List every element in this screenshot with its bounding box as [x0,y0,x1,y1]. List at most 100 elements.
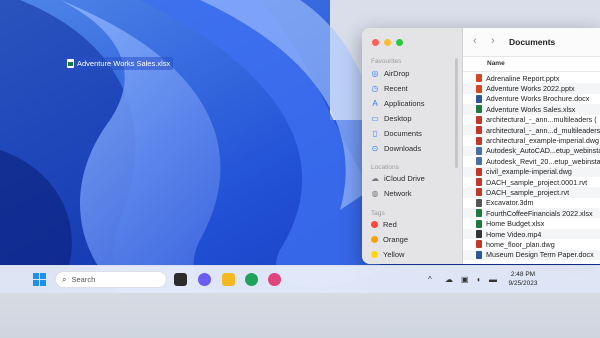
file-row[interactable]: Autodesk_Revit_20...etup_webinsta [463,156,600,166]
battery-icon[interactable]: ▬ [489,275,497,284]
file-type-icon [476,115,482,124]
file-type-icon [476,84,482,93]
cloud-icon: ☁ [371,173,379,183]
favourites-heading: Favourites [371,58,402,65]
sidebar-tag-orange[interactable]: Orange [371,233,408,246]
file-row[interactable]: Adrenaline Report.pptx [463,73,600,83]
finder-toolbar: ‹ › Documents [463,28,600,57]
airdrop-icon: ◎ [371,68,379,78]
file-name: Adventure Works Brochure.docx [486,94,590,104]
document-icon: ▯ [372,128,378,138]
finder-window: Favourites ◎ AirDrop ◷ Recent A Applicat… [362,28,600,264]
file-name: Autodesk_AutoCAD...etup_webinsta [486,146,600,156]
file-type-icon [476,219,482,228]
chevron-right-icon[interactable]: › [491,35,495,47]
desktop-file-item[interactable]: Adventure Works Sales.xlsx [64,57,174,70]
file-type-icon [476,198,482,207]
file-name: Museum Design Term Paper.docx [486,250,594,260]
file-row[interactable]: home_floor_plan.dwg [463,239,600,249]
file-name: Adventure Works 2022.pptx [486,84,575,94]
file-type-icon [476,209,482,218]
clock-date: 9/25/2023 [508,280,538,287]
finder-sidebar: Favourites ◎ AirDrop ◷ Recent A Applicat… [362,28,463,264]
folder-icon[interactable] [222,273,235,286]
yellow-tag-icon [371,251,378,258]
desktop-file-label: Adventure Works Sales.xlsx [77,59,171,68]
edge-icon[interactable] [245,273,258,286]
sidebar-item-network[interactable]: ◍ Network [371,187,412,200]
chevron-left-icon[interactable]: ‹ [473,35,477,47]
minimize-button[interactable] [384,39,391,46]
sidebar-item-icloud[interactable]: ☁ iCloud Drive [371,172,425,185]
file-row[interactable]: DACH_sample_project.rvt [463,187,600,198]
sidebar-item-desktop[interactable]: ▭ Desktop [371,112,411,125]
sidebar-item-applications[interactable]: A Applications [371,97,424,110]
file-type-icon [476,94,482,103]
file-name: architectural_-_ann...multileaders ( [486,115,597,125]
chevron-up-icon[interactable]: ^ [428,275,432,284]
file-row[interactable]: DACH_sample_project.0001.rvt [463,177,600,187]
name-column-header[interactable]: Name [463,57,600,72]
file-name: architectural_example-imperial.dwg [486,136,600,146]
file-row[interactable]: Adventure Works 2022.pptx [463,83,600,94]
sidebar-tag-yellow[interactable]: Yellow [371,248,404,261]
applications-icon: A [372,98,378,108]
download-icon: ⊙ [371,143,379,153]
sidebar-item-documents[interactable]: ▯ Documents [371,127,422,140]
chat-icon[interactable] [198,273,211,286]
file-name: Home Video.mp4 [486,229,542,239]
file-name: Adrenaline Report.pptx [486,73,560,83]
file-row[interactable]: civil_example-imperial.dwg [463,166,600,177]
sidebar-tag-red[interactable]: Red [371,218,397,231]
file-type-icon [476,146,482,155]
file-row[interactable]: Adventure Works Brochure.docx [463,94,600,104]
search-placeholder: Search [71,275,96,284]
file-name: DACH_sample_project.rvt [486,187,570,197]
file-row[interactable]: Adventure Works Sales.xlsx [463,104,600,115]
taskbar-search[interactable]: ⌕ Search [55,271,167,288]
file-row[interactable]: Home Budget.xlsx [463,218,600,228]
sidebar-scrollbar[interactable] [455,58,458,168]
file-explorer-icon[interactable] [174,273,187,286]
zoom-button[interactable] [396,39,403,46]
file-row[interactable]: Home Video.mp4 [463,228,600,240]
file-name: FourthCoffeeFinancials 2022.xlsx [486,208,593,218]
file-type-icon [476,240,482,249]
taskbar: ⌕ Search ^ ☁ ▣ ◖ ▬ 2:48 PM 9/25/2023 [0,265,600,293]
file-type-icon [476,105,482,114]
file-row[interactable]: Museum Design Term Paper.docx [463,249,600,261]
file-type-icon [476,188,482,197]
orange-tag-icon [371,236,378,243]
clock-time: 2:48 PM [510,271,536,278]
windows-start-icon[interactable] [33,273,46,286]
file-type-icon [476,178,482,187]
file-type-icon [476,250,482,259]
file-name: architectural_-_ann...d_multileaders [486,125,600,135]
file-row[interactable]: Autodesk_AutoCAD...etup_webinsta [463,145,600,157]
file-row[interactable]: architectural_example-imperial.dwg [463,135,600,145]
folder-title: Documents [509,37,556,47]
volume-icon[interactable]: ◖ [476,275,481,284]
onedrive-icon[interactable]: ☁ [445,275,453,284]
file-list: Adrenaline Report.pptx Adventure Works 20… [463,73,600,261]
sidebar-item-recent[interactable]: ◷ Recent [371,82,408,95]
clock-icon: ◷ [371,83,379,93]
sidebar-item-airdrop[interactable]: ◎ AirDrop [371,67,410,80]
network-icon[interactable]: ▣ [461,275,469,284]
file-type-icon [476,126,482,135]
window-controls [372,39,403,46]
file-name: Excavator.3dm [486,198,534,208]
sidebar-item-downloads[interactable]: ⊙ Downloads [371,142,421,155]
taskbar-clock[interactable]: 2:48 PM 9/25/2023 [498,270,548,288]
file-type-icon [476,167,482,176]
file-name: Adventure Works Sales.xlsx [486,104,576,114]
file-type-icon [476,230,482,239]
store-icon[interactable] [268,273,281,286]
file-name: DACH_sample_project.0001.rvt [486,177,588,187]
file-row[interactable]: FourthCoffeeFinancials 2022.xlsx [463,208,600,219]
excel-file-icon [67,59,74,68]
file-row[interactable]: architectural_-_ann...multileaders ( [463,115,600,125]
close-button[interactable] [372,39,379,46]
file-row[interactable]: architectural_-_ann...d_multileaders [463,124,600,136]
file-row[interactable]: Excavator.3dm [463,198,600,208]
